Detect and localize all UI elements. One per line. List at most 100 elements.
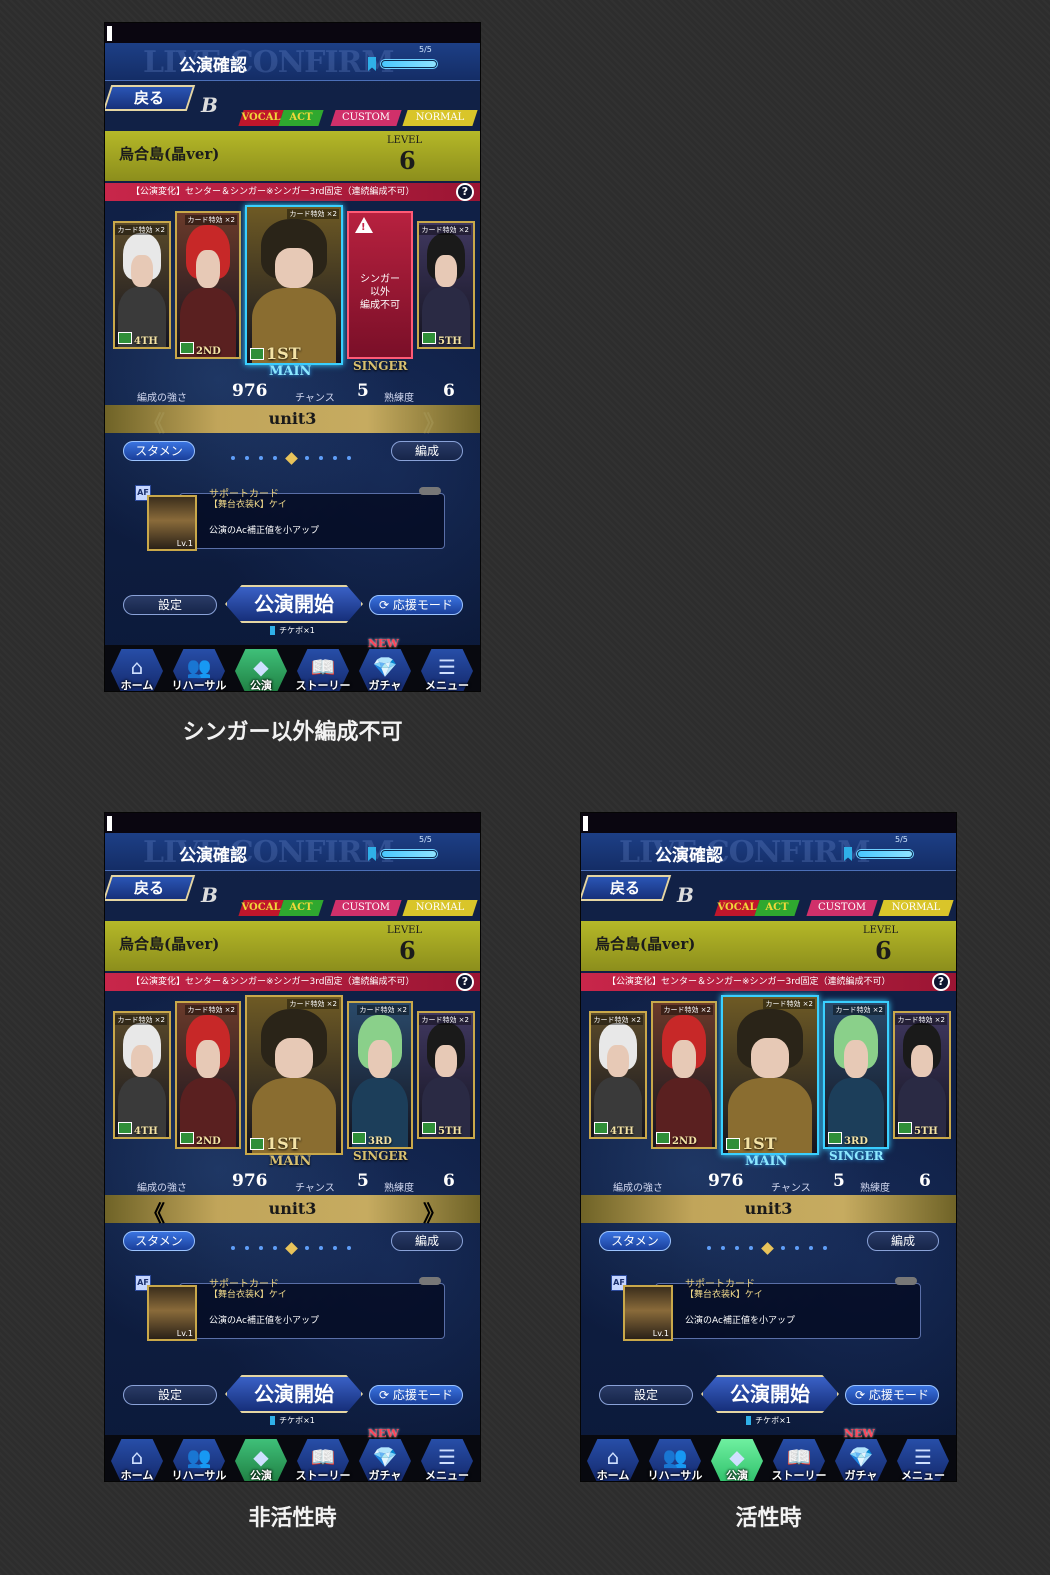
- screen-panel-inactive: LIVE CONFIRM 公演確認 5/5 戻る B VOCAL ACT CUS…: [104, 812, 481, 1482]
- stamina-fill: [858, 851, 912, 857]
- support-toggle[interactable]: [895, 1277, 917, 1285]
- skill-icon: [422, 1122, 436, 1134]
- nav-performance[interactable]: ◆ 公演: [707, 1437, 765, 1481]
- help-icon[interactable]: ?: [932, 973, 950, 991]
- performance-icon: ◆: [253, 655, 269, 679]
- starter-button[interactable]: スタメン: [599, 1231, 671, 1251]
- card-slot-1st[interactable]: カード特効 ×2 1ST: [721, 995, 819, 1155]
- nav-menu[interactable]: ☰ メニュー: [417, 647, 475, 691]
- page-title: 公演確認: [655, 846, 723, 866]
- start-performance-button[interactable]: 公演開始: [225, 585, 363, 623]
- nav-home[interactable]: ⌂ ホーム: [583, 1437, 641, 1481]
- tag-vocal: VOCAL: [714, 900, 760, 916]
- nav-rehearsal[interactable]: 👥 リハーサル: [645, 1437, 703, 1481]
- nav-performance[interactable]: ◆ 公演: [231, 647, 289, 691]
- card-bonus: カード特効 ×2: [419, 225, 471, 235]
- nav-gacha[interactable]: 💎 ガチャ: [355, 1437, 413, 1481]
- support-mode-button[interactable]: ⟳ 応援モード: [845, 1385, 939, 1405]
- status-bar: [105, 813, 480, 833]
- settings-button[interactable]: 設定: [123, 595, 217, 615]
- card-slot-3rd[interactable]: カード特効 ×2 3RD: [347, 1001, 413, 1149]
- brand-logo: B: [201, 93, 218, 117]
- nav-story[interactable]: 📖 ストーリー: [769, 1437, 827, 1481]
- support-card-panel[interactable]: AF サポートカード Lv.1 【舞台衣装K】ケイ 公演のAc補正値を小アップ: [135, 1273, 445, 1343]
- support-toggle[interactable]: [419, 1277, 441, 1285]
- performance-icon: ◆: [253, 1445, 269, 1469]
- action-row: 設定 公演開始 ⟳ 応援モード チケボ×1: [105, 571, 480, 635]
- card-rank: 4TH: [610, 1126, 634, 1137]
- back-label: 戻る: [133, 879, 164, 897]
- support-mode-button[interactable]: ⟳ 応援モード: [369, 595, 463, 615]
- skill-label: 熟練度: [860, 1183, 890, 1194]
- home-icon: ⌂: [606, 1445, 620, 1469]
- support-toggle[interactable]: [419, 487, 441, 495]
- back-button[interactable]: 戻る: [105, 85, 196, 111]
- caption-active: 活性時: [735, 1506, 802, 1531]
- card-slot-5th[interactable]: カード特効 ×2 5TH: [417, 1011, 475, 1139]
- nav-menu[interactable]: ☰ メニュー: [417, 1437, 475, 1481]
- ticket-icon: [270, 626, 276, 635]
- ticket-icon: [270, 1416, 276, 1425]
- start-performance-button[interactable]: 公演開始: [225, 1375, 363, 1413]
- support-mode-button[interactable]: ⟳ 応援モード: [369, 1385, 463, 1405]
- formation-button[interactable]: 編成: [391, 441, 463, 461]
- card-slot-1st[interactable]: カード特効 ×2 1ST: [245, 205, 343, 365]
- next-unit-arrow[interactable]: 》: [423, 1196, 445, 1228]
- screen-panel-active: LIVE CONFIRM 公演確認 5/5 戻る B VOCAL ACT CUS…: [580, 812, 957, 1482]
- nav-home[interactable]: ⌂ ホーム: [107, 1437, 165, 1481]
- nav-label: メニュー: [425, 1469, 469, 1482]
- nav-gacha[interactable]: 💎 ガチャ: [831, 1437, 889, 1481]
- support-card-panel[interactable]: AF サポートカード Lv.1 【舞台衣装K】ケイ 公演のAc補正値を小アップ: [135, 483, 445, 553]
- card-rank: 1ST: [266, 344, 301, 363]
- notice-text: 【公演変化】センター＆シンガー※シンガー3rd固定（連続編成不可）: [131, 977, 415, 987]
- unit-selector: 《 unit3 》: [581, 1195, 956, 1223]
- starter-button[interactable]: スタメン: [123, 1231, 195, 1251]
- singer-role-label: SINGER: [353, 359, 408, 373]
- card-slot-2nd[interactable]: カード特効 ×2 2ND: [175, 1001, 241, 1149]
- singer-role-label: SINGER: [353, 1149, 408, 1163]
- status-indicator: [107, 816, 112, 831]
- help-icon[interactable]: ?: [456, 183, 474, 201]
- tag-normal: NORMAL: [878, 900, 954, 916]
- tag-vocal: VOCAL: [238, 110, 284, 126]
- help-icon[interactable]: ?: [456, 973, 474, 991]
- card-slot-2nd[interactable]: カード特効 ×2 2ND: [175, 211, 241, 359]
- settings-button[interactable]: 設定: [123, 1385, 217, 1405]
- rehearsal-icon: 👥: [186, 655, 212, 679]
- card-slot-1st[interactable]: カード特効 ×2 1ST: [245, 995, 343, 1155]
- formation-button[interactable]: 編成: [391, 1231, 463, 1251]
- starter-button[interactable]: スタメン: [123, 441, 195, 461]
- nav-label: ガチャ: [368, 1469, 402, 1482]
- back-button[interactable]: 戻る: [581, 875, 672, 901]
- song-name: 烏合島(晶ver): [119, 935, 220, 953]
- next-unit-arrow[interactable]: 》: [423, 406, 445, 438]
- tag-custom: CUSTOM: [806, 900, 878, 916]
- nav-rehearsal[interactable]: 👥 リハーサル: [169, 647, 227, 691]
- nav-performance[interactable]: ◆ 公演: [231, 1437, 289, 1481]
- nav-rehearsal[interactable]: 👥 リハーサル: [169, 1437, 227, 1481]
- settings-button[interactable]: 設定: [599, 1385, 693, 1405]
- card-bonus: カード特効 ×2: [419, 1015, 471, 1025]
- nav-home[interactable]: ⌂ ホーム: [107, 647, 165, 691]
- nav-story[interactable]: 📖 ストーリー: [293, 647, 351, 691]
- start-performance-button[interactable]: 公演開始: [701, 1375, 839, 1413]
- card-slot-5th[interactable]: カード特効 ×2 5TH: [417, 221, 475, 349]
- stamina-fill: [382, 61, 436, 67]
- card-slot-4th[interactable]: カード特効 ×2 4TH: [589, 1011, 647, 1139]
- card-slot-4th[interactable]: カード特効 ×2 4TH: [113, 221, 171, 349]
- formation-button[interactable]: 編成: [867, 1231, 939, 1251]
- nav-menu[interactable]: ☰ メニュー: [893, 1437, 951, 1481]
- card-slot-2nd[interactable]: カード特効 ×2 2ND: [651, 1001, 717, 1149]
- ticket-cost: チケボ×1: [105, 1415, 480, 1426]
- nav-story[interactable]: 📖 ストーリー: [293, 1437, 351, 1481]
- unit-name: unit3: [744, 1199, 793, 1218]
- card-slot-5th[interactable]: カード特効 ×2 5TH: [893, 1011, 951, 1139]
- card-slot-3rd[interactable]: カード特効 ×2 3RD: [823, 1001, 889, 1149]
- card-rank: 1ST: [742, 1134, 777, 1153]
- nav-gacha[interactable]: 💎 ガチャ: [355, 647, 413, 691]
- back-button[interactable]: 戻る: [105, 875, 196, 901]
- support-card-panel[interactable]: AF サポートカード Lv.1 【舞台衣装K】ケイ 公演のAc補正値を小アップ: [611, 1273, 921, 1343]
- skill-value: 6: [919, 1171, 931, 1191]
- blocked-card-slot[interactable]: ! シンガー 以外 編成不可: [347, 211, 413, 359]
- card-slot-4th[interactable]: カード特効 ×2 4TH: [113, 1011, 171, 1139]
